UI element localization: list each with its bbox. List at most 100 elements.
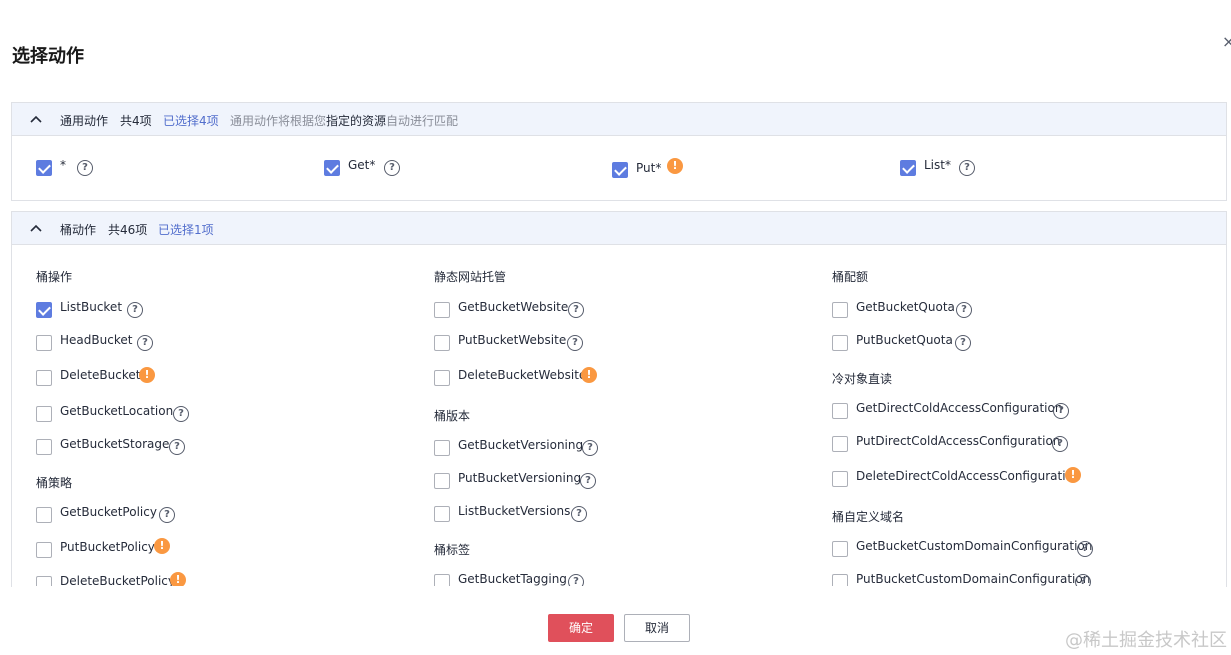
checkbox[interactable] <box>434 302 450 318</box>
action-label: DeleteBucketPolicy <box>60 574 175 586</box>
group-label-bucket-tagging: 桶标签 <box>434 543 471 557</box>
checkbox[interactable] <box>434 440 450 456</box>
checkbox[interactable] <box>832 302 848 318</box>
warning-icon[interactable]: ! <box>1065 467 1081 483</box>
close-icon[interactable]: × <box>1222 32 1231 51</box>
checkbox[interactable] <box>434 473 450 489</box>
group-label-custom-domain: 桶自定义域名 <box>832 510 905 524</box>
checkbox[interactable] <box>324 160 340 176</box>
action-label: GetBucketTagging <box>458 572 567 586</box>
help-icon[interactable]: ? <box>159 507 175 523</box>
select-action-dialog: 选择动作 × 通用动作 共4项 已选择4项 通用动作将根据您指定的资源自动进行匹… <box>0 0 1231 651</box>
action-label: GetBucketQuota <box>856 300 955 314</box>
checkbox[interactable] <box>832 574 848 586</box>
action-label: GetBucketLocation <box>60 404 174 418</box>
checkbox[interactable] <box>36 507 52 523</box>
bucket-actions-title: 桶动作 <box>60 223 97 237</box>
help-icon[interactable]: ? <box>568 574 584 586</box>
chevron-up-icon[interactable] <box>30 223 42 233</box>
action-label: PutBucketPolicy <box>60 540 155 554</box>
warning-icon[interactable]: ! <box>581 367 597 383</box>
checkbox[interactable] <box>36 302 52 318</box>
bucket-actions-count: 共46项 <box>108 223 148 237</box>
help-icon[interactable]: ? <box>1053 403 1069 419</box>
checkbox[interactable] <box>832 335 848 351</box>
checkbox[interactable] <box>832 436 848 452</box>
checkbox[interactable] <box>36 406 52 422</box>
general-actions-count: 共4项 <box>120 114 152 128</box>
help-icon[interactable]: ? <box>959 160 975 176</box>
help-icon[interactable]: ? <box>1075 574 1091 586</box>
action-label: GetBucketVersioning <box>458 438 584 452</box>
action-label: PutDirectColdAccessConfiguration <box>856 434 1061 448</box>
action-label: ListBucketVersions <box>458 504 571 518</box>
checkbox[interactable] <box>612 162 628 178</box>
checkbox[interactable] <box>434 335 450 351</box>
checkbox[interactable] <box>36 576 52 586</box>
group-label-bucket-policy: 桶策略 <box>36 476 73 490</box>
warning-icon[interactable]: ! <box>667 158 683 174</box>
action-label: GetDirectColdAccessConfiguration <box>856 401 1063 415</box>
action-label: HeadBucket <box>60 333 133 347</box>
general-actions-header: 通用动作 共4项 已选择4项 通用动作将根据您指定的资源自动进行匹配 <box>12 103 1226 136</box>
warning-icon[interactable]: ! <box>170 572 186 586</box>
action-label: PutBucketWebsite <box>458 333 567 347</box>
group-label-bucket-quota: 桶配额 <box>832 270 869 284</box>
help-icon[interactable]: ? <box>955 335 971 351</box>
group-label-static-website: 静态网站托管 <box>434 270 507 284</box>
action-label: DeleteBucket <box>60 368 141 382</box>
help-icon[interactable]: ? <box>956 302 972 318</box>
checkbox[interactable] <box>434 574 450 586</box>
action-label: PutBucketQuota <box>856 333 953 347</box>
dialog-title: 选择动作 <box>12 46 84 67</box>
checkbox[interactable] <box>832 403 848 419</box>
checkbox[interactable] <box>36 439 52 455</box>
checkbox[interactable] <box>434 506 450 522</box>
checkbox[interactable] <box>434 370 450 386</box>
help-icon[interactable]: ? <box>127 302 143 318</box>
bucket-actions-panel: 桶动作 共46项 已选择1项 桶操作 ListBucket ? HeadBuck… <box>11 211 1227 587</box>
general-actions-hint: 通用动作将根据您指定的资源自动进行匹配 <box>230 114 459 128</box>
help-icon[interactable]: ? <box>1052 436 1068 452</box>
help-icon[interactable]: ? <box>571 506 587 522</box>
checkbox[interactable] <box>832 471 848 487</box>
checkbox[interactable] <box>36 335 52 351</box>
general-action-label: * <box>60 158 66 172</box>
warning-icon[interactable]: ! <box>154 538 170 554</box>
confirm-button[interactable]: 确定 <box>548 614 614 642</box>
action-label: GetBucketCustomDomainConfiguration <box>856 539 1093 553</box>
help-icon[interactable]: ? <box>580 473 596 489</box>
checkbox[interactable] <box>36 370 52 386</box>
bucket-actions-selected: 已选择1项 <box>158 223 214 237</box>
help-icon[interactable]: ? <box>568 302 584 318</box>
group-label-cold-object-read: 冷对象直读 <box>832 372 893 386</box>
help-icon[interactable]: ? <box>173 406 189 422</box>
action-label: PutBucketVersioning <box>458 471 582 485</box>
general-action-label: Get* <box>348 158 376 172</box>
warning-icon[interactable]: ! <box>139 367 155 383</box>
checkbox[interactable] <box>900 160 916 176</box>
help-icon[interactable]: ? <box>567 335 583 351</box>
bucket-actions-header: 桶动作 共46项 已选择1项 <box>12 212 1226 245</box>
group-label-bucket-versioning: 桶版本 <box>434 409 471 423</box>
help-icon[interactable]: ? <box>384 160 400 176</box>
help-icon[interactable]: ? <box>137 335 153 351</box>
help-icon[interactable]: ? <box>169 439 185 455</box>
checkbox[interactable] <box>36 542 52 558</box>
action-label: GetBucketWebsite <box>458 300 569 314</box>
general-action-label: Put* <box>636 161 662 175</box>
action-label: GetBucketStorage <box>60 437 170 451</box>
action-label: PutBucketCustomDomainConfiguration <box>856 572 1091 586</box>
action-label: DeleteBucketWebsite <box>458 368 587 382</box>
chevron-up-icon[interactable] <box>30 114 42 124</box>
help-icon[interactable]: ? <box>77 160 93 176</box>
action-label: DeleteDirectColdAccessConfiguration <box>856 469 1081 483</box>
help-icon[interactable]: ? <box>1077 541 1093 557</box>
bucket-actions-list[interactable]: 桶操作 ListBucket ? HeadBucket ? DeleteBuck… <box>12 246 1226 586</box>
checkbox[interactable] <box>36 160 52 176</box>
cancel-button[interactable]: 取消 <box>624 614 690 642</box>
general-action-label: List* <box>924 158 951 172</box>
checkbox[interactable] <box>832 541 848 557</box>
general-actions-panel: 通用动作 共4项 已选择4项 通用动作将根据您指定的资源自动进行匹配 * ? G… <box>11 102 1227 201</box>
help-icon[interactable]: ? <box>582 440 598 456</box>
